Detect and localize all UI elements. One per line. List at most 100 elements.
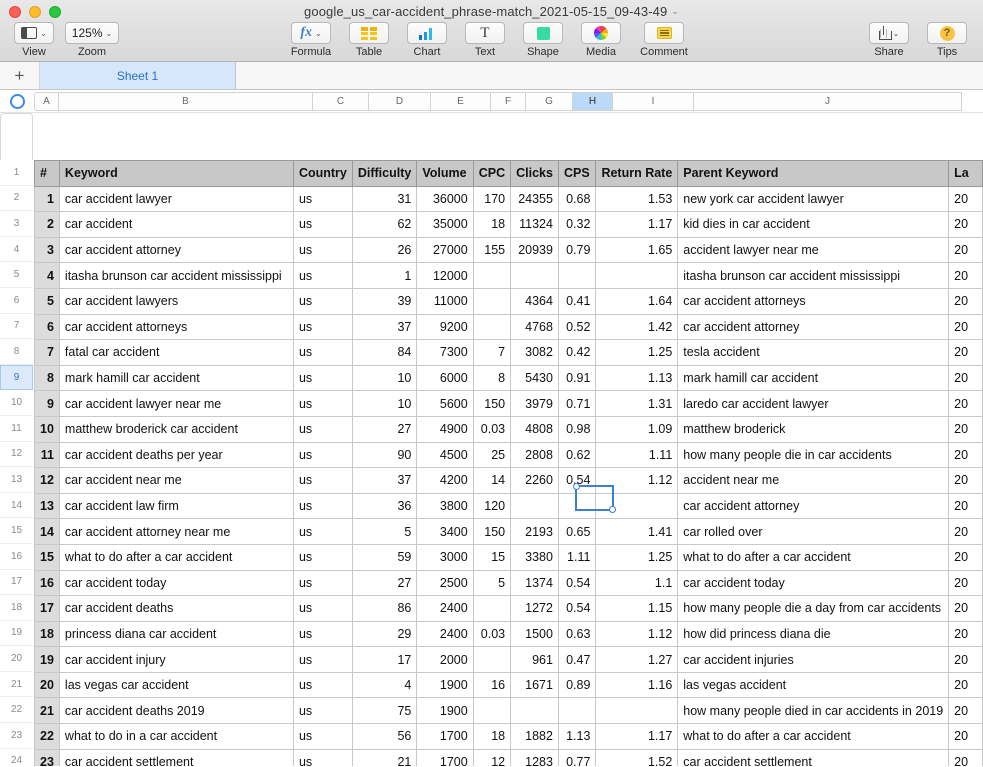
cell-last-update[interactable]: 20 [948, 467, 983, 494]
cell-last-update[interactable]: 20 [948, 697, 983, 725]
cell-cps[interactable] [557, 262, 597, 289]
cell-cps[interactable]: 0.89 [557, 671, 597, 699]
cell-clicks[interactable] [510, 697, 559, 725]
cell-return-rate[interactable]: 1.27 [595, 646, 679, 673]
cell-country[interactable]: us [292, 492, 353, 520]
cell-cps[interactable]: 0.79 [557, 236, 597, 264]
cell-volume[interactable]: 3800 [416, 492, 474, 520]
zoom-button[interactable]: 125% ⌄ [64, 22, 120, 44]
cell-difficulty[interactable]: 29 [351, 620, 418, 648]
row-number[interactable]: 24 [0, 749, 33, 766]
toolbar-item-text[interactable]: T Text [459, 22, 511, 58]
row-number[interactable]: 2 [0, 186, 33, 212]
cell-parent-keyword[interactable]: tesla accident [677, 339, 950, 366]
cell-country[interactable]: us [292, 339, 353, 366]
table-row[interactable]: 10 matthew broderick car accident us 27 4900… [34, 415, 983, 443]
cell-difficulty[interactable]: 17 [351, 646, 418, 673]
table-row[interactable]: 16 car accident today us 27 2500 5 1374 0.54 1.1… [34, 569, 983, 597]
cell-return-rate[interactable]: 1.42 [595, 313, 679, 341]
cell-country[interactable]: us [292, 185, 353, 213]
cell-keyword[interactable]: car accident attorney near me [58, 518, 294, 545]
cell-clicks[interactable]: 4364 [510, 287, 559, 315]
cell-index[interactable]: 17 [34, 595, 60, 622]
cell-cpc[interactable]: 7 [472, 339, 512, 366]
cell-clicks[interactable]: 1882 [510, 723, 559, 750]
cell-parent-keyword[interactable]: car accident today [677, 569, 950, 597]
table-row[interactable]: 17 car accident deaths us 86 2400 1272 0.54 1.1… [34, 595, 983, 622]
cell-volume[interactable]: 7300 [416, 339, 474, 366]
cell-cpc[interactable]: 170 [472, 185, 512, 213]
cell-cps[interactable]: 0.63 [557, 620, 597, 648]
cell-clicks[interactable]: 1500 [510, 620, 559, 648]
cell-last-update[interactable]: 20 [948, 671, 983, 699]
cell-last-update[interactable]: 20 [948, 723, 983, 750]
cell-cps[interactable]: 0.98 [557, 415, 597, 443]
cell-difficulty[interactable]: 56 [351, 723, 418, 750]
cell-keyword[interactable]: car accident injury [58, 646, 294, 673]
data-table[interactable]: # Keyword Country Difficulty Volume CPC … [34, 160, 983, 766]
toolbar-item-comment[interactable]: Comment [633, 22, 695, 58]
table-row[interactable]: 8 mark hamill car accident us 10 6000 8 5430 0.… [34, 364, 983, 392]
table-row[interactable]: 13 car accident law firm us 36 3800 120 car ac… [34, 492, 983, 520]
cell-clicks[interactable]: 961 [510, 646, 559, 673]
cell-cps[interactable] [557, 697, 597, 725]
cell-last-update[interactable]: 20 [948, 415, 983, 443]
cell-country[interactable]: us [292, 287, 353, 315]
cell-keyword[interactable]: car accident lawyer near me [58, 390, 294, 417]
cell-cpc[interactable]: 18 [472, 723, 512, 750]
cell-volume[interactable]: 3000 [416, 543, 474, 571]
cell-keyword[interactable]: what to do after a car accident [58, 543, 294, 571]
cell-difficulty[interactable]: 4 [351, 671, 418, 699]
cell-cps[interactable]: 0.42 [557, 339, 597, 366]
cell-difficulty[interactable]: 37 [351, 313, 418, 341]
cell-cpc[interactable]: 14 [472, 467, 512, 494]
cell-return-rate[interactable]: 1.65 [595, 236, 679, 264]
cell-difficulty[interactable]: 62 [351, 211, 418, 238]
cell-volume[interactable]: 2400 [416, 620, 474, 648]
cell-index[interactable]: 16 [34, 569, 60, 597]
cell-country[interactable]: us [292, 595, 353, 622]
column-header-b[interactable]: B [59, 91, 313, 111]
cell-volume[interactable]: 6000 [416, 364, 474, 392]
table-row[interactable]: 2 car accident us 62 35000 18 11324 0.32 1.17 kid… [34, 211, 983, 238]
cell-parent-keyword[interactable]: matthew broderick [677, 415, 950, 443]
cell-index[interactable]: 13 [34, 492, 60, 520]
cell-cps[interactable]: 0.47 [557, 646, 597, 673]
cell-return-rate[interactable]: 1.11 [595, 441, 679, 469]
cell-cpc[interactable]: 12 [472, 748, 512, 766]
view-button[interactable]: ⌄ [14, 22, 54, 44]
cell-cps[interactable]: 0.77 [557, 748, 597, 766]
cell-country[interactable]: us [292, 211, 353, 238]
column-header-keyword[interactable]: Keyword [58, 160, 294, 187]
cell-keyword[interactable]: car accident deaths [58, 595, 294, 622]
cell-return-rate[interactable]: 1.53 [595, 185, 679, 213]
cell-cpc[interactable]: 25 [472, 441, 512, 469]
table-row[interactable]: 9 car accident lawyer near me us 10 5600 150 3… [34, 390, 983, 417]
table-row[interactable]: 6 car accident attorneys us 37 9200 4768 0.52 1… [34, 313, 983, 341]
table-row[interactable]: 19 car accident injury us 17 2000 961 0.47 1.27… [34, 646, 983, 673]
row-number[interactable]: 20 [0, 646, 33, 672]
column-header-volume[interactable]: Volume [416, 160, 474, 187]
chart-button[interactable] [407, 22, 447, 44]
column-header-a[interactable]: A [34, 91, 59, 111]
cell-cpc[interactable] [472, 595, 512, 622]
column-header-f[interactable]: F [491, 91, 526, 111]
table-row[interactable]: 20 las vegas car accident us 4 1900 16 1671 0.8… [34, 671, 983, 699]
tips-button[interactable]: ? [927, 22, 967, 44]
cell-return-rate[interactable]: 1.09 [595, 415, 679, 443]
cell-keyword[interactable]: car accident today [58, 569, 294, 597]
column-header-j[interactable]: J [694, 91, 962, 111]
cell-keyword[interactable]: car accident lawyer [58, 185, 294, 213]
cell-index[interactable]: 18 [34, 620, 60, 648]
cell-parent-keyword[interactable]: how many people died in car accidents in… [677, 697, 950, 725]
cell-country[interactable]: us [292, 543, 353, 571]
cell-country[interactable]: us [292, 390, 353, 417]
cell-parent-keyword[interactable]: laredo car accident lawyer [677, 390, 950, 417]
cell-parent-keyword[interactable]: what to do after a car accident [677, 723, 950, 750]
cell-clicks[interactable]: 3082 [510, 339, 559, 366]
table-row[interactable]: 1 car accident lawyer us 31 36000 170 24355 0.6… [34, 185, 983, 213]
toolbar-item-tips[interactable]: ? Tips [921, 22, 973, 58]
cell-cps[interactable]: 0.54 [557, 569, 597, 597]
row-number-selected[interactable]: 9 [0, 364, 33, 391]
table-row[interactable]: 4 itasha brunson car accident mississippi… [34, 262, 983, 289]
